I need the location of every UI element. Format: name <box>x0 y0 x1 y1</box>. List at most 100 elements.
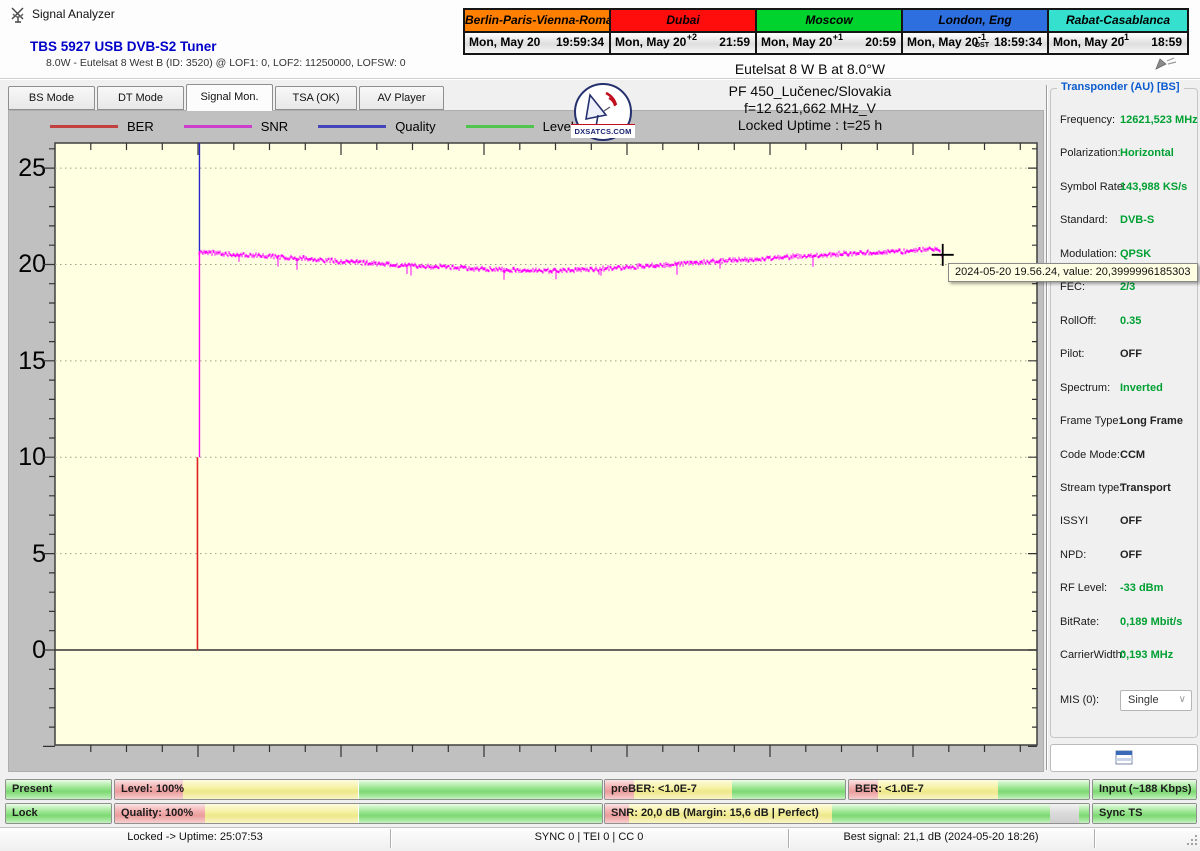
indicator-bar-sync-ts: Sync TS <box>1092 803 1197 824</box>
clock-city: Berlin-Paris-Vienna-Roma <box>463 8 611 33</box>
bar-label: Present <box>12 783 53 795</box>
legend-item-quality: Quality <box>318 118 436 134</box>
transponder-row-npd: NPD: OFF <box>1051 549 1197 564</box>
row-value: 2/3 <box>1120 281 1136 294</box>
row-value: -33 dBm <box>1120 582 1164 595</box>
bar-segment-yellow <box>205 804 359 823</box>
dxsatcs-logo-text: DXSATCS.COM <box>571 124 635 138</box>
legend-swatch <box>465 124 534 128</box>
transponder-row-frequency: Frequency: 12621,523 MHz <box>1051 114 1198 129</box>
clock-date: Mon, May 20 <box>1053 35 1125 49</box>
bar-label: BER: <1.0E-7 <box>855 783 924 795</box>
clock-hms: 19:59:34 <box>555 35 604 49</box>
row-value: Horizontal <box>1120 147 1174 160</box>
transponder-row-symbol-rate: Symbol Rate: 143,988 KS/s <box>1051 181 1197 196</box>
clock-1: Berlin-Paris-Vienna-Roma Mon, May 20 19:59… <box>463 8 611 55</box>
tab-av-player[interactable]: AV Player <box>359 86 444 110</box>
panel-divider <box>1046 85 1047 770</box>
legend-item-ber: BER <box>50 119 154 134</box>
clock-city: London, Eng <box>901 8 1049 33</box>
transponder-row-pilot: Pilot: OFF <box>1051 348 1197 363</box>
chevron-down-icon: ∨ <box>1178 694 1186 705</box>
clock-time: Mon, May 20 +1 20:59 <box>755 33 903 55</box>
tab-bs-mode[interactable]: BS Mode <box>8 86 95 110</box>
transponder-panel-title: Transponder (AU) [BS] <box>1057 81 1184 93</box>
row-label: NPD: <box>1060 548 1087 561</box>
satellite-title: Eutelsat 8 W B at 8.0°W <box>734 61 886 77</box>
statusbar-separator <box>1094 829 1095 848</box>
clock-city: Dubai <box>609 8 757 33</box>
clock-utc-offset: +1 <box>832 32 843 42</box>
stream-list-button[interactable] <box>1050 744 1198 772</box>
row-label: Code Mode: <box>1060 448 1120 461</box>
indicator-bar-snr: SNR: 20,0 dB (Margin: 15,6 dB | Perfect) <box>604 803 1090 824</box>
row-value: 12621,523 MHz <box>1120 114 1198 126</box>
bar-label: Sync TS <box>1099 807 1143 819</box>
clock-time: Mon, May 20 +2 21:59 <box>609 33 757 55</box>
resize-grip-icon[interactable] <box>1186 834 1198 846</box>
window-title: Signal Analyzer <box>32 7 115 21</box>
tab-signal-mon[interactable]: Signal Mon. <box>186 84 273 111</box>
clock-city: Moscow <box>755 8 903 33</box>
row-label: FEC: <box>1060 281 1086 294</box>
transponder-row-rolloff: RollOff: 0.35 <box>1051 315 1197 330</box>
uptime-title: Locked Uptime : t=25 h <box>737 117 883 133</box>
row-label: Frame Type: <box>1060 415 1122 428</box>
row-label: RF Level: <box>1060 582 1108 595</box>
transponder-row-modulation: Modulation: QPSK <box>1051 248 1197 263</box>
tuner-name: TBS 5927 USB DVB-S2 Tuner <box>30 39 217 54</box>
legend-swatch <box>50 124 118 128</box>
bar-label: Input (~188 Kbps) <box>1099 783 1192 795</box>
snr-chart[interactable] <box>40 140 1044 762</box>
row-label: Pilot: <box>1060 348 1085 361</box>
legend-swatch <box>318 124 387 128</box>
tab-tsa-ok[interactable]: TSA (OK) <box>275 86 357 110</box>
bar-segment-gray <box>1050 804 1080 823</box>
transponder-row-carrierwidth: CarrierWidth: 0,193 MHz <box>1051 649 1197 664</box>
row-label: Modulation: <box>1060 247 1117 260</box>
row-value: 143,988 KS/s <box>1120 180 1188 193</box>
clock-date: Mon, May 20 <box>761 35 833 49</box>
row-value: OFF <box>1120 548 1142 561</box>
chart-legend: BER SNR Quality Level <box>50 114 574 138</box>
transponder-panel: Transponder (AU) [BS] Frequency: 12621,52… <box>1050 81 1198 738</box>
list-icon <box>1115 750 1133 765</box>
clock-3: Moscow Mon, May 20 +1 20:59 <box>755 8 903 55</box>
legend-label: Quality <box>395 118 436 134</box>
legend-swatch <box>183 124 252 128</box>
site-title: PF 450_Lučenec/Slovakia <box>728 83 892 99</box>
row-value: Long Frame <box>1120 415 1183 428</box>
bar-segment-yellow <box>183 780 359 799</box>
transponder-row-issyi: ISSYI OFF <box>1051 515 1197 530</box>
row-label: Standard: <box>1060 214 1108 227</box>
legend-item-level: Level <box>465 119 574 134</box>
mouse-cursor-icon <box>1155 57 1177 70</box>
row-label: Spectrum: <box>1060 381 1111 394</box>
row-label: MIS (0): <box>1060 694 1100 706</box>
row-value: OFF <box>1120 515 1142 528</box>
row-label: RollOff: <box>1060 314 1097 327</box>
tab-dt-mode[interactable]: DT Mode <box>97 86 184 110</box>
clock-date: Mon, May 20 <box>615 35 687 49</box>
transponder-row-code-mode: Code Mode: CCM <box>1051 449 1197 464</box>
statusbar-cell-1: Locked -> Uptime: 25:07:53 <box>127 831 263 843</box>
clock-hms: 20:59 <box>865 35 896 49</box>
statusbar-cell-2: SYNC 0 | TEI 0 | CC 0 <box>534 831 644 843</box>
indicator-bar-input-188-kbps: Input (~188 Kbps) <box>1092 779 1197 800</box>
row-label: BitRate: <box>1060 615 1100 628</box>
plot-area <box>54 142 1038 746</box>
row-value: 0.35 <box>1120 314 1142 327</box>
legend-label: SNR <box>260 118 289 134</box>
row-value: OFF <box>1120 348 1142 361</box>
tuner-info: 8.0W - Eutelsat 8 West B (ID: 3520) @ LO… <box>46 57 406 69</box>
transponder-row-bitrate: BitRate: 0,189 Mbit/s <box>1051 616 1197 631</box>
transponder-row-polarization: Polarization: Horizontal <box>1051 147 1197 162</box>
row-value: Transport <box>1120 481 1171 494</box>
mis-select[interactable]: Single ∨ <box>1120 690 1192 711</box>
satellite-dish-icon <box>11 7 24 23</box>
bar-segment-green <box>358 804 602 823</box>
row-label: ISSYI <box>1060 515 1089 528</box>
indicator-bar-quality: Quality: 100% <box>114 803 603 824</box>
row-value: CCM <box>1120 448 1146 461</box>
clock-date: Mon, May 20 <box>907 35 979 49</box>
